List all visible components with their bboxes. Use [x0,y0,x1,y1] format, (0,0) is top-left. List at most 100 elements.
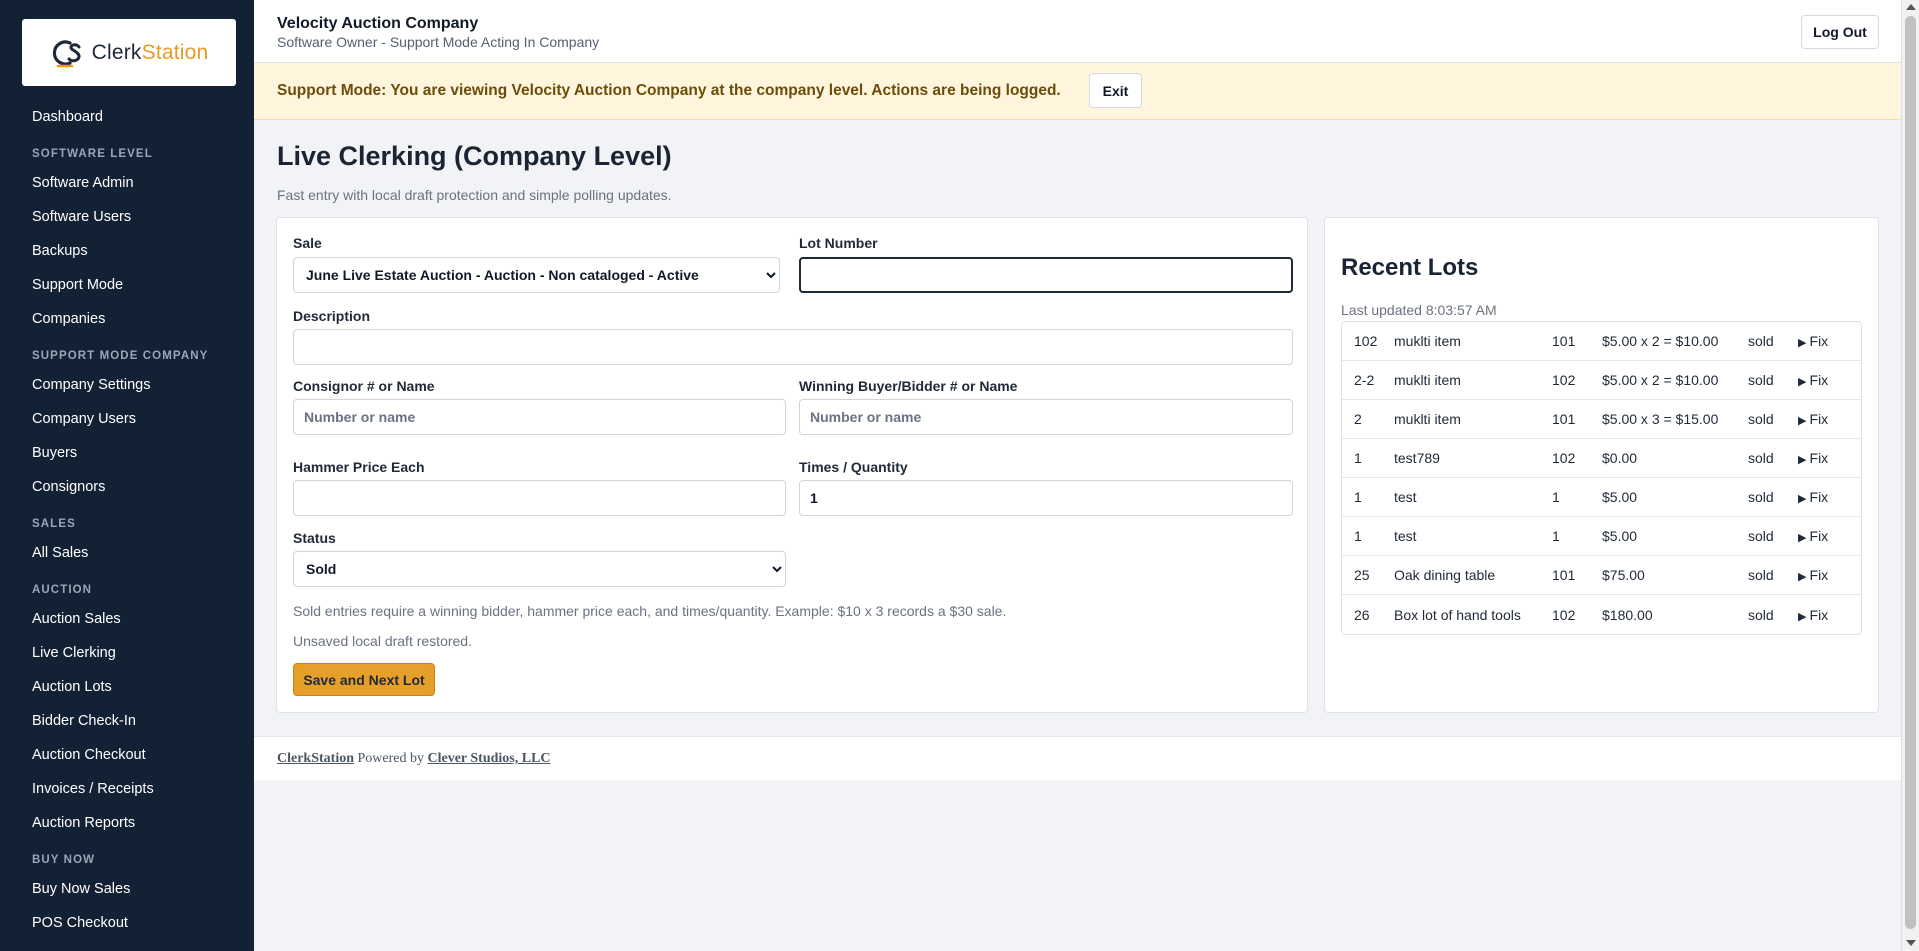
lot-bidder-cell: 102 [1552,606,1576,623]
fix-lot-button[interactable]: ▶ Fix [1798,595,1861,634]
lot-number-label: Lot Number [799,235,878,251]
lot-number-cell: 25 [1342,556,1394,595]
lot-description-cell: muklti item [1394,361,1552,400]
recent-lot-row: 2-2 muklti item 102 $5.00 x 2 = $10.00 sold ▶… [1342,361,1861,400]
logout-button[interactable]: Log Out [1801,15,1879,49]
quantity-label: Times / Quantity [799,459,908,475]
clerkstation-link[interactable]: ClerkStation [277,751,354,766]
sidebar-item-all-sales[interactable]: All Sales [0,536,254,570]
fix-lot-button[interactable]: ▶ Fix [1798,361,1861,400]
winning-bidder-label: Winning Buyer/Bidder # or Name [799,378,1018,394]
sidebar-item-software-users[interactable]: Software Users [0,200,254,234]
fix-label: Fix [1809,450,1829,466]
consignor-input[interactable] [293,399,786,435]
lot-status-cell: sold [1748,400,1798,439]
scroll-down-arrow-icon[interactable] [1906,940,1916,946]
fix-lot-button[interactable]: ▶ Fix [1798,439,1861,478]
brand-logo[interactable]: ClerkStation [22,19,236,86]
winning-bidder-input[interactable] [799,399,1293,435]
lot-status-cell: sold [1748,439,1798,478]
sidebar-item-pos-checkout[interactable]: POS Checkout [0,906,254,940]
fix-lot-button[interactable]: ▶ Fix [1798,556,1861,595]
fix-lot-button[interactable]: ▶ Fix [1798,478,1861,517]
sidebar-item-backups[interactable]: Backups [0,234,254,268]
lot-price-cell: $5.00 x 3 = $15.00 [1602,400,1748,439]
lot-status-cell: sold [1748,556,1798,595]
lot-status-cell: sold [1748,606,1774,623]
sidebar-item-live-clerking[interactable]: Live Clerking [0,636,254,670]
lot-bidder-cell: 1 [1552,517,1602,556]
scroll-up-arrow-icon[interactable] [1906,4,1916,10]
fix-lot-button[interactable]: ▶ Fix [1798,400,1861,439]
fix-lot-button[interactable]: ▶ Fix [1798,322,1861,361]
expand-triangle-icon: ▶ [1798,415,1810,427]
expand-triangle-icon: ▶ [1798,454,1810,466]
sidebar-item-software-admin[interactable]: Software Admin [0,166,254,200]
lot-number-cell: 2-2 [1342,361,1394,400]
sidebar-item-bidder-check-in[interactable]: Bidder Check-In [0,704,254,738]
description-input[interactable] [293,329,1293,365]
sidebar-item-auction-sales[interactable]: Auction Sales [0,602,254,636]
sidebar-item-auction-checkout[interactable]: Auction Checkout [0,738,254,772]
sidebar-section-auction: AUCTION [32,584,93,596]
sale-select[interactable]: June Live Estate Auction - Auction - Non… [293,257,780,293]
page-title: Live Clerking (Company Level) [277,141,672,171]
recent-lot-row: 1 test 1 $5.00 sold ▶ Fix [1342,517,1861,556]
sidebar-item-invoices-receipts[interactable]: Invoices / Receipts [0,772,254,806]
lot-bidder-cell: 102 [1552,361,1602,400]
page-subtitle: Fast entry with local draft protection a… [277,187,672,203]
footer-credits: ClerkStation Powered by Clever Studios, … [277,751,551,767]
sold-entry-hint: Sold entries require a winning bidder, h… [293,603,1007,619]
sidebar-section-software-level: SOFTWARE LEVEL [32,148,153,160]
description-label: Description [293,308,371,324]
clerkstation-logo-icon [50,36,84,70]
save-next-lot-button[interactable]: Save and Next Lot [293,663,435,696]
support-mode-banner: Support Mode: You are viewing Velocity A… [254,63,1901,120]
lot-number-input[interactable] [799,257,1293,293]
expand-triangle-icon: ▶ [1798,610,1810,623]
lot-description-cell: test789 [1394,439,1552,478]
clerking-form-card: Sale June Live Estate Auction - Auction … [276,217,1308,713]
sidebar: ClerkStation Dashboard SOFTWARE LEVEL Soft… [0,0,254,951]
recent-lot-row: 25 Oak dining table 101 $75.00 sold ▶ Fix [1342,556,1861,595]
status-select[interactable]: Sold [293,551,786,587]
sidebar-item-company-settings[interactable]: Company Settings [0,368,254,402]
support-mode-message: Support Mode: You are viewing Velocity A… [277,82,1061,99]
consignor-label: Consignor # or Name [293,378,435,394]
hammer-price-input[interactable] [293,480,786,516]
expand-triangle-icon: ▶ [1798,337,1810,349]
sidebar-item-consignors[interactable]: Consignors [0,470,254,504]
lot-description-cell: Oak dining table [1394,556,1552,595]
exit-support-mode-button[interactable]: Exit [1089,73,1142,108]
last-updated-time: Last updated 8:03:57 AM [1341,302,1497,318]
expand-triangle-icon: ▶ [1798,493,1810,505]
page-scrollbar[interactable] [1901,0,1919,951]
sidebar-item-company-users[interactable]: Company Users [0,402,254,436]
sidebar-item-buy-now-sales[interactable]: Buy Now Sales [0,872,254,906]
lot-number-cell: 1 [1342,439,1394,478]
powered-by-text: Powered by [357,751,425,766]
sidebar-item-companies[interactable]: Companies [0,302,254,336]
expand-triangle-icon: ▶ [1798,532,1810,544]
fix-lot-button[interactable]: ▶ Fix [1798,517,1861,556]
lot-price-cell: $5.00 [1602,478,1748,517]
fix-label: Fix [1809,489,1829,505]
sidebar-item-auction-reports[interactable]: Auction Reports [0,806,254,840]
lot-price-cell: $0.00 [1602,439,1748,478]
hammer-price-label: Hammer Price Each [293,459,425,475]
draft-restored-note: Unsaved local draft restored. [293,633,472,649]
footer: ClerkStation Powered by Clever Studios, … [254,736,1901,780]
sidebar-item-dashboard[interactable]: Dashboard [0,100,254,134]
sidebar-item-auction-lots[interactable]: Auction Lots [0,670,254,704]
lot-description-cell: test [1394,517,1552,556]
lot-price-cell: $5.00 x 2 = $10.00 [1602,322,1748,361]
sidebar-section-buy-now: BUY NOW [32,854,96,866]
sidebar-item-support-mode[interactable]: Support Mode [0,268,254,302]
quantity-input[interactable] [799,480,1293,516]
clever-studios-link[interactable]: Clever Studios, LLC [428,751,551,766]
expand-triangle-icon: ▶ [1798,376,1810,388]
sale-label: Sale [293,235,322,251]
sidebar-item-buyers[interactable]: Buyers [0,436,254,470]
scroll-thumb[interactable] [1905,16,1916,929]
brand-wordmark: ClerkStation [91,40,209,64]
